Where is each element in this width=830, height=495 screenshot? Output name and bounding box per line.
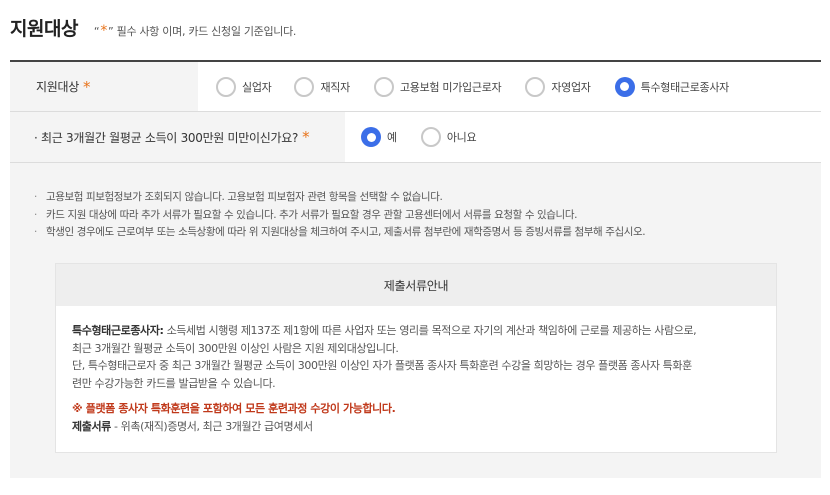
radio-option-self-employed[interactable]: 자영업자 [525,76,591,97]
required-star-icon: * [82,77,91,96]
radio-option-unemployed[interactable]: 실업자 [216,76,272,97]
radio-label: 특수형태근로종사자 [640,80,730,94]
radio-label: 실업자 [242,80,272,94]
income-radio-group: 예 아니요 [345,112,477,162]
radio-special-employment[interactable] [614,76,635,97]
note-text: 필수 사항 이며, 카드 신청일 기준입니다. [113,25,297,38]
radio-yes[interactable] [361,127,381,147]
income-question-text: · 최근 3개월간 월평균 소득이 300만원 미만이신가요? [34,130,299,145]
radio-label: 아니요 [446,131,477,144]
section-header: 지원대상 “*” 필수 사항 이며, 카드 신청일 기준입니다. [10,14,296,44]
notice-item: 카드 지원 대상에 따라 추가 서류가 필요할 수 있습니다. 추가 서류가 필… [34,207,645,225]
document-guide-box: 제출서류안내 특수형태근로종사자: 소득세법 시행령 제137조 제1항에 따른… [55,263,777,453]
notice-list: 고용보험 피보험정보가 조회되지 않습니다. 고용보험 피보험자 관련 항목을 … [34,189,646,242]
radio-label: 고용보험 미가입근로자 [399,80,502,94]
section-title: 지원대상 [10,18,78,40]
required-documents-label: 제출서류 [72,419,111,433]
radio-uninsured-worker[interactable] [373,76,394,97]
guide-term: 특수형태근로종사자: [72,324,164,337]
radio-option-no[interactable]: 아니요 [420,127,477,147]
guide-line-3: 단, 특수형태근로자 중 최근 3개월간 월평균 소득이 300만원 이상인 자… [72,359,692,372]
radio-option-employed[interactable]: 재직자 [294,76,350,97]
info-panel: 고용보험 피보험정보가 조회되지 않습니다. 고용보험 피보험자 관련 항목을 … [10,163,821,478]
radio-label: 예 [387,131,397,144]
guide-line-1: 소득세법 시행령 제137조 제1항에 따른 사업자 또는 영리를 목적으로 자… [163,324,697,337]
radio-employed[interactable] [294,76,315,97]
support-target-radio-group: 실업자 재직자 고용보험 미가입근로자 자영업자 특수형태근로종사자 [198,62,729,111]
guide-definition-line: 특수형태근로종사자: 소득세법 시행령 제137조 제1항에 따른 사업자 또는… [72,322,760,340]
support-target-label-text: 지원대상 [36,80,79,94]
guide-line-4: 련만 수강가능한 카드를 발급받을 수 있습니다. [72,376,276,390]
document-guide-heading: 제출서류안내 [56,264,776,306]
support-target-label: 지원대상 * [10,62,198,111]
guide-warning: ※ 플랫폼 종사자 특화훈련을 포함하여 모든 훈련과정 수강이 가능합니다. [72,402,396,415]
radio-option-uninsured-worker[interactable]: 고용보험 미가입근로자 [373,76,502,97]
radio-option-special-employment[interactable]: 특수형태근로종사자 [614,76,730,97]
required-note: “*” 필수 사항 이며, 카드 신청일 기준입니다. [93,23,297,39]
required-documents-line: 제출서류 - 위촉(재직)증명서, 최근 3개월간 급여명세서 [72,418,760,436]
notice-item: 학생인 경우에도 근로여부 또는 소득상황에 따라 위 지원대상을 체크하여 주… [34,224,646,242]
income-question-label: · 최근 3개월간 월평균 소득이 300만원 미만이신가요? * [10,112,345,162]
document-guide-body: 특수형태근로종사자: 소득세법 시행령 제137조 제1항에 따른 사업자 또는… [56,306,776,435]
required-star-icon: * [302,128,310,146]
radio-label: 자영업자 [551,80,591,94]
guide-line-2: 최근 3개월간 월평균 소득이 300만원 이상인 사람은 지원 제외대상입니다… [72,341,399,355]
radio-no[interactable] [420,127,441,147]
note-open-quote: “ [93,25,100,38]
radio-option-yes[interactable]: 예 [361,127,397,147]
radio-unemployed[interactable] [216,76,236,97]
radio-self-employed[interactable] [525,76,546,97]
required-star-icon: * [100,23,108,39]
radio-label: 재직자 [320,80,350,94]
income-question-row: · 최근 3개월간 월평균 소득이 300만원 미만이신가요? * 예 아니요 [10,112,821,163]
required-documents-text: - 위촉(재직)증명서, 최근 3개월간 급여명세서 [110,419,313,433]
notice-item: 고용보험 피보험정보가 조회되지 않습니다. 고용보험 피보험자 관련 항목을 … [34,189,645,207]
support-target-row: 지원대상 * 실업자 재직자 고용보험 미가입근로자 자영업자 특수형태근로종사… [10,62,821,112]
